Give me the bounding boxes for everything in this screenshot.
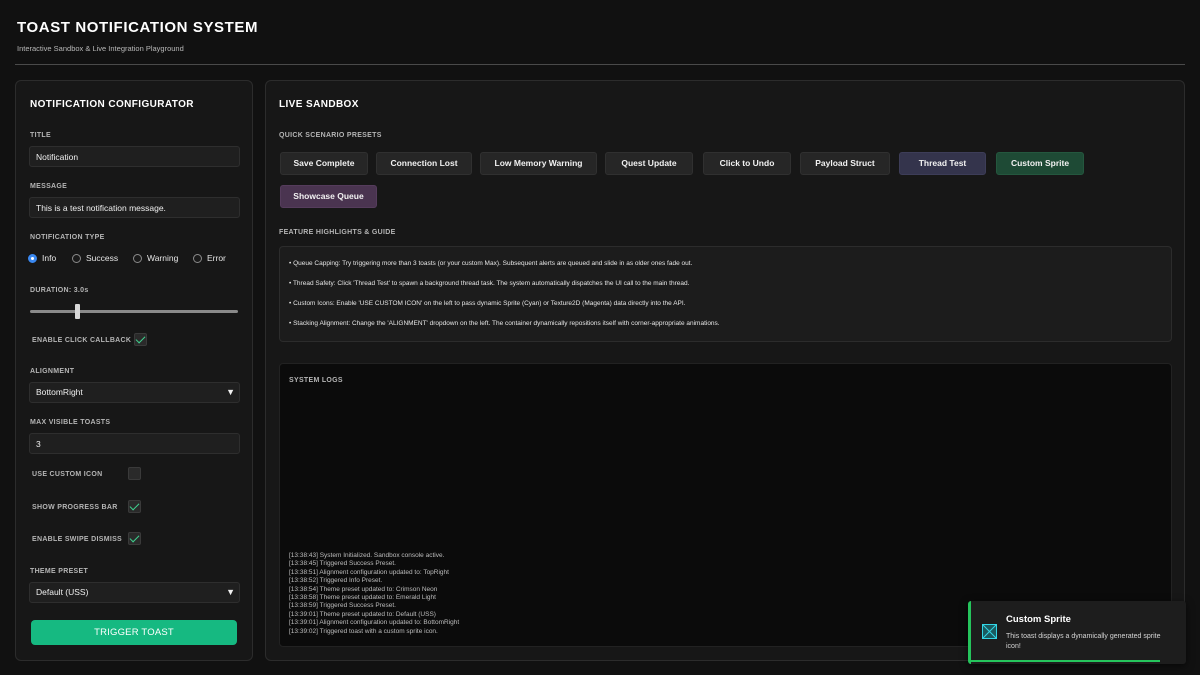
duration-slider-track[interactable]	[30, 310, 238, 313]
radio-error-dot[interactable]	[193, 254, 202, 263]
log-line: [13:38:54] Theme preset updated to: Crim…	[289, 585, 438, 593]
radio-error-label: Error	[207, 253, 226, 263]
radio-warning-label: Warning	[147, 253, 179, 263]
alignment-label: ALIGNMENT	[30, 368, 75, 375]
toast-progress-bar	[971, 660, 1160, 662]
configurator-title: NOTIFICATION CONFIGURATOR	[30, 99, 194, 110]
progress-bar-checkbox[interactable]	[128, 500, 141, 513]
swipe-dismiss-checkbox[interactable]	[128, 532, 141, 545]
feature-thread-safety: • Thread Safety: Click 'Thread Test' to …	[289, 280, 690, 287]
click-callback-checkbox[interactable]	[134, 333, 147, 346]
duration-slider-thumb[interactable]	[75, 304, 80, 319]
preset-custom-sprite-button[interactable]: Custom Sprite	[996, 152, 1084, 175]
duration-label: DURATION: 3.0s	[30, 287, 89, 294]
log-line: [13:38:52] Triggered Info Preset.	[289, 577, 383, 585]
title-label: TITLE	[30, 132, 51, 139]
swipe-dismiss-label: ENABLE SWIPE DISMISS	[32, 536, 123, 543]
message-input[interactable]	[29, 197, 240, 218]
preset-low-memory-warning-button[interactable]: Low Memory Warning	[480, 152, 597, 175]
alignment-select[interactable]: BottomRight ▼	[29, 382, 240, 403]
preset-showcase-queue-button[interactable]: Showcase Queue	[280, 185, 377, 208]
preset-connection-lost-button[interactable]: Connection Lost	[376, 152, 472, 175]
progress-bar-label: SHOW PROGRESS BAR	[32, 504, 118, 511]
notification-type-radio-group: Info Success Warning Error	[28, 253, 248, 265]
chevron-down-icon: ▼	[226, 387, 235, 397]
max-visible-label: MAX VISIBLE TOASTS	[30, 419, 111, 426]
feature-stacking-alignment: • Stacking Alignment: Change the 'ALIGNM…	[289, 320, 720, 327]
log-line: [13:38:58] Theme preset updated to: Emer…	[289, 594, 436, 602]
feature-custom-icons: • Custom Icons: Enable 'USE CUSTOM ICON'…	[289, 300, 686, 307]
app-subtitle: Interactive Sandbox & Live Integration P…	[17, 44, 184, 53]
preset-save-complete-button[interactable]: Save Complete	[280, 152, 368, 175]
alignment-value: BottomRight	[36, 387, 83, 397]
notification-type-label: NOTIFICATION TYPE	[30, 234, 105, 241]
title-input[interactable]	[29, 146, 240, 167]
theme-preset-select[interactable]: Default (USS) ▼	[29, 582, 240, 603]
feature-queue-capping: • Queue Capping: Try triggering more tha…	[289, 260, 693, 267]
log-line: [13:39:01] Theme preset updated to: Defa…	[289, 610, 436, 618]
radio-info-label: Info	[42, 253, 57, 263]
log-line: [13:39:01] Alignment configuration updat…	[289, 619, 460, 627]
custom-icon-label: USE CUSTOM ICON	[32, 471, 103, 478]
radio-success-dot[interactable]	[72, 254, 81, 263]
presets-label: QUICK SCENARIO PRESETS	[279, 132, 382, 139]
max-visible-input[interactable]	[29, 433, 240, 454]
features-guide-box: • Queue Capping: Try triggering more tha…	[279, 246, 1172, 342]
custom-sprite-icon	[982, 624, 997, 639]
preset-payload-struct-button[interactable]: Payload Struct	[800, 152, 890, 175]
trigger-toast-button[interactable]: TRIGGER TOAST	[31, 620, 237, 645]
log-line: [13:39:02] Triggered toast with a custom…	[289, 627, 438, 635]
preset-click-to-undo-button[interactable]: Click to Undo	[703, 152, 791, 175]
log-lines: [13:38:43] System Initialized. Sandbox c…	[289, 552, 889, 636]
radio-info-dot[interactable]	[28, 254, 37, 263]
theme-preset-label: THEME PRESET	[30, 568, 89, 575]
system-logs-title: SYSTEM LOGS	[289, 377, 343, 384]
radio-success-label: Success	[86, 253, 119, 263]
header-divider	[15, 64, 1185, 65]
toast-message: This toast displays a dynamically genera…	[1006, 633, 1161, 650]
app-title: TOAST NOTIFICATION SYSTEM	[17, 19, 259, 36]
toast-notification[interactable]: Custom Sprite This toast displays a dyna…	[968, 601, 1186, 664]
sandbox-panel: LIVE SANDBOX QUICK SCENARIO PRESETS Save…	[265, 80, 1185, 661]
preset-quest-update-button[interactable]: Quest Update	[605, 152, 693, 175]
preset-thread-test-button[interactable]: Thread Test	[899, 152, 986, 175]
log-line: [13:38:43] System Initialized. Sandbox c…	[289, 552, 445, 559]
log-line: [13:38:51] Alignment configuration updat…	[289, 568, 449, 576]
custom-icon-checkbox[interactable]	[128, 467, 141, 480]
log-line: [13:38:59] Triggered Success Preset.	[289, 602, 396, 610]
message-label: MESSAGE	[30, 183, 68, 190]
toast-title: Custom Sprite	[1006, 614, 1071, 625]
click-callback-label: ENABLE CLICK CALLBACK	[32, 337, 132, 344]
features-label: FEATURE HIGHLIGHTS & GUIDE	[279, 229, 396, 236]
chevron-down-icon: ▼	[226, 587, 235, 597]
configurator-panel: NOTIFICATION CONFIGURATOR TITLE MESSAGE …	[15, 80, 253, 661]
sandbox-title: LIVE SANDBOX	[279, 99, 359, 110]
radio-warning-dot[interactable]	[133, 254, 142, 263]
theme-preset-value: Default (USS)	[36, 587, 89, 597]
log-line: [13:38:45] Triggered Success Preset.	[289, 560, 396, 568]
